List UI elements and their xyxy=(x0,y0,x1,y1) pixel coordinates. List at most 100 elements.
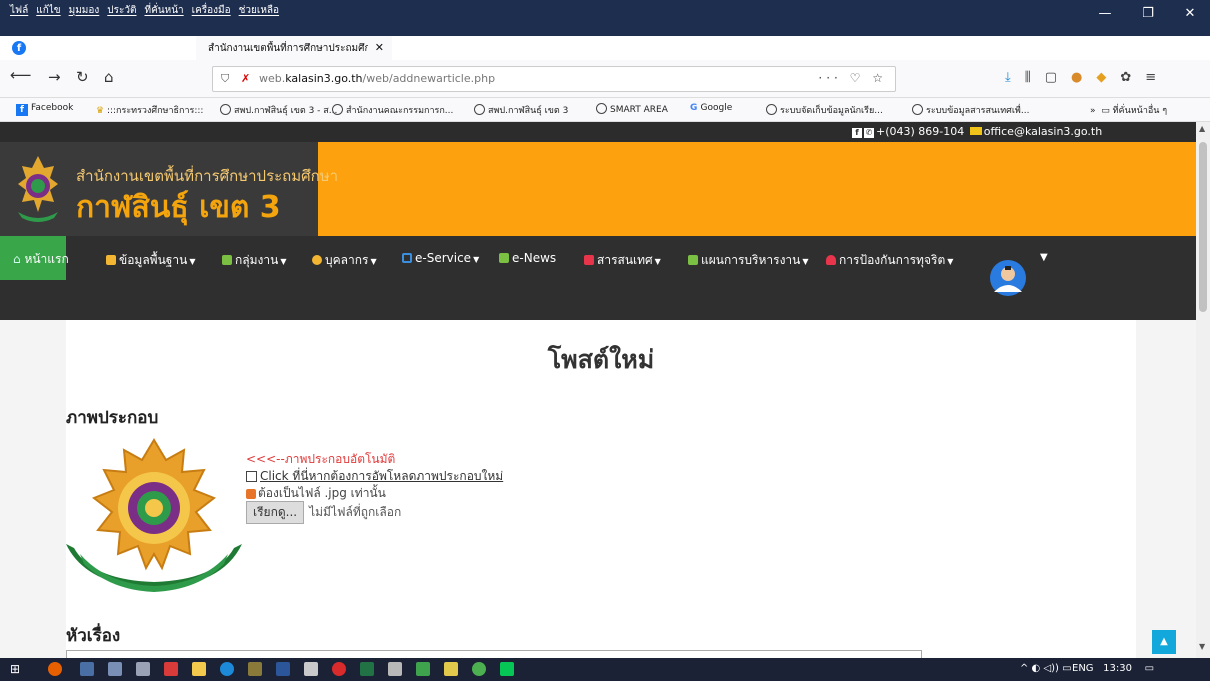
bookmark-google[interactable]: G Google xyxy=(690,103,732,113)
taskbar-app-icon[interactable] xyxy=(388,662,402,676)
excel-icon[interactable] xyxy=(360,662,374,676)
chrome-icon[interactable] xyxy=(472,662,486,676)
close-window-icon[interactable]: ✕ xyxy=(1170,6,1210,21)
newspaper-icon xyxy=(499,253,509,263)
nav-e-news[interactable]: e-News xyxy=(499,251,556,265)
clock[interactable]: 13:30 xyxy=(1103,663,1132,674)
facebook-icon[interactable]: f xyxy=(852,128,862,138)
taskbar-app-icon[interactable] xyxy=(332,662,346,676)
folder-icon: ▭ xyxy=(1101,106,1110,116)
menu-history[interactable]: ประวัติ xyxy=(107,3,136,18)
library-icon[interactable]: ⫼ xyxy=(1025,70,1031,85)
nav-e-service[interactable]: e-Service ▼ xyxy=(402,251,479,265)
menu-help[interactable]: ช่วยเหลือ xyxy=(239,3,279,18)
page-gutter-left xyxy=(0,320,66,658)
insecure-lock-icon[interactable]: ✗ xyxy=(241,72,250,85)
scroll-down-icon[interactable]: ▼ xyxy=(1199,642,1205,651)
building-icon xyxy=(106,255,116,265)
globe-icon xyxy=(220,104,231,115)
menu-view[interactable]: มุมมอง xyxy=(69,3,100,18)
page-scrollbar[interactable]: ▲ ▼ xyxy=(1196,122,1210,658)
banner-orange-panel xyxy=(318,142,1196,236)
avatar[interactable] xyxy=(990,260,1026,296)
file-input[interactable]: เรียกดู... ไม่มีไฟล์ที่ถูกเลือก xyxy=(246,501,401,524)
upload-new-checkbox[interactable] xyxy=(246,471,257,482)
nav-anti-corruption[interactable]: การป้องกันการทุจริต ▼ xyxy=(826,251,953,270)
bookmark-student-data[interactable]: ระบบจัดเก็บข้อมูลนักเรีย... xyxy=(766,103,883,117)
menu-hamburger-icon[interactable]: ≡ xyxy=(1145,70,1156,85)
bookmark-facebook[interactable]: f Facebook xyxy=(16,103,73,116)
language-indicator[interactable]: ENG xyxy=(1072,663,1094,674)
menu-bookmarks[interactable]: ที่คั่นหน้า xyxy=(145,3,184,18)
scrollbar-thumb[interactable] xyxy=(1199,142,1207,312)
scroll-up-icon[interactable]: ▲ xyxy=(1199,124,1205,133)
print-icon xyxy=(584,255,594,265)
minimize-icon[interactable]: — xyxy=(1085,6,1125,21)
globe-icon xyxy=(766,104,777,115)
tab-facebook[interactable]: f (2) Facebook ✕ xyxy=(0,36,196,60)
no-file-text: ไม่มีไฟล์ที่ถูกเลือก xyxy=(309,505,402,519)
close-tab-icon[interactable]: ✕ xyxy=(375,41,384,54)
bookmark-kalasin-3[interactable]: สพป.กาฬสินธุ์ เขต 3 - ส... xyxy=(220,103,337,117)
address-bar[interactable]: ⛉ ✗ web.kalasin3.go.th/web/addnewarticle… xyxy=(212,66,896,92)
download-icon[interactable]: ⤓ xyxy=(1005,70,1011,85)
file-explorer-icon[interactable] xyxy=(192,662,206,676)
menu-file[interactable]: ไฟล์ xyxy=(10,3,28,18)
notification-icon[interactable]: ▭ xyxy=(1145,663,1154,674)
tab-label: สำนักงานเขตพื้นที่การศึกษาประถมศึก xyxy=(208,42,368,54)
globe-icon xyxy=(596,103,607,114)
obec-emblem-icon[interactable] xyxy=(14,154,62,222)
line-icon[interactable] xyxy=(500,662,514,676)
nav-management-plan[interactable]: แผนการบริหารงาน ▼ xyxy=(688,251,809,270)
user-menu-caret-icon[interactable]: ▼ xyxy=(1040,252,1048,263)
page-actions[interactable]: ··· ♡ ☆ xyxy=(818,71,887,85)
bookmark-info-system[interactable]: ระบบข้อมูลสารสนเทศเพื่... xyxy=(912,103,1029,117)
menu-tools[interactable]: เครื่องมือ xyxy=(192,3,231,18)
title-input[interactable] xyxy=(66,650,922,658)
menu-edit[interactable]: แก้ไข xyxy=(36,3,60,18)
bookmark-obec[interactable]: สำนักงานคณะกรรมการก... xyxy=(332,103,453,117)
taskbar-app-icon[interactable] xyxy=(304,662,318,676)
close-tab-icon[interactable]: ✕ xyxy=(179,41,188,54)
pdf-icon[interactable] xyxy=(164,662,178,676)
scroll-to-top-button[interactable]: ▲ xyxy=(1152,630,1176,654)
browse-button[interactable]: เรียกดู... xyxy=(246,501,305,524)
taskbar-app-icon[interactable] xyxy=(108,662,122,676)
facebook-icon: f xyxy=(16,104,28,116)
nav-personnel[interactable]: บุคลากร ▼ xyxy=(312,251,377,270)
firefox-icon[interactable] xyxy=(48,662,62,676)
clipboard-icon xyxy=(688,255,698,265)
windows-start-icon[interactable]: ⊞ xyxy=(10,662,24,676)
system-tray: ENG 13:30 ▭ xyxy=(1072,663,1154,674)
other-bookmarks[interactable]: » ▭ ที่คั่นหน้าอื่น ๆ xyxy=(1090,103,1167,117)
back-icon[interactable]: ⟵ xyxy=(10,66,32,84)
word-icon[interactable] xyxy=(276,662,290,676)
taskbar-app-icon[interactable] xyxy=(416,662,430,676)
bookmark-moe[interactable]: ♛ :::กระทรวงศึกษาธิการ::: xyxy=(96,103,203,117)
extension-icon[interactable]: ◆ xyxy=(1096,70,1106,85)
bookmark-smart-area[interactable]: SMART AREA xyxy=(596,103,668,115)
edge-icon[interactable] xyxy=(220,662,234,676)
new-tab-icon[interactable]: + xyxy=(392,36,415,60)
bookmark-kalasin-3b[interactable]: สพป.กาฬสินธุ์ เขต 3 xyxy=(474,103,568,117)
restore-icon[interactable]: ❐ xyxy=(1128,6,1168,21)
forward-icon[interactable]: → xyxy=(48,68,61,86)
taskbar-app-icon[interactable] xyxy=(80,662,94,676)
nav-information[interactable]: สารสนเทศ ▼ xyxy=(584,251,661,270)
taskbar-app-icon[interactable] xyxy=(248,662,262,676)
extension-icon[interactable]: ✿ xyxy=(1120,70,1131,85)
site-banner: สำนักงานเขตพื้นที่การศึกษาประถมศึกษา กาฬ… xyxy=(0,142,1196,236)
reload-icon[interactable]: ↻ xyxy=(76,68,89,86)
home-icon[interactable]: ⌂ xyxy=(104,68,114,86)
extension-icon[interactable]: ● xyxy=(1071,70,1082,85)
nav-home[interactable]: ⌂ หน้าแรก xyxy=(0,236,69,280)
seal-icon: ♛ xyxy=(96,106,107,116)
sidebar-icon[interactable]: ▢ xyxy=(1045,70,1057,85)
monitor-icon xyxy=(402,253,412,263)
tray-icons[interactable]: ^ ◐ ◁)) ▭ xyxy=(1020,663,1072,674)
taskbar-app-icon[interactable] xyxy=(444,662,458,676)
nav-work-groups[interactable]: กลุ่มงาน ▼ xyxy=(222,251,287,270)
tab-kalasin[interactable]: สำนักงานเขตพื้นที่การศึกษาประถมศึก ✕ xyxy=(196,36,392,60)
taskbar-app-icon[interactable] xyxy=(136,662,150,676)
nav-basic-info[interactable]: ข้อมูลพื้นฐาน ▼ xyxy=(106,251,196,270)
